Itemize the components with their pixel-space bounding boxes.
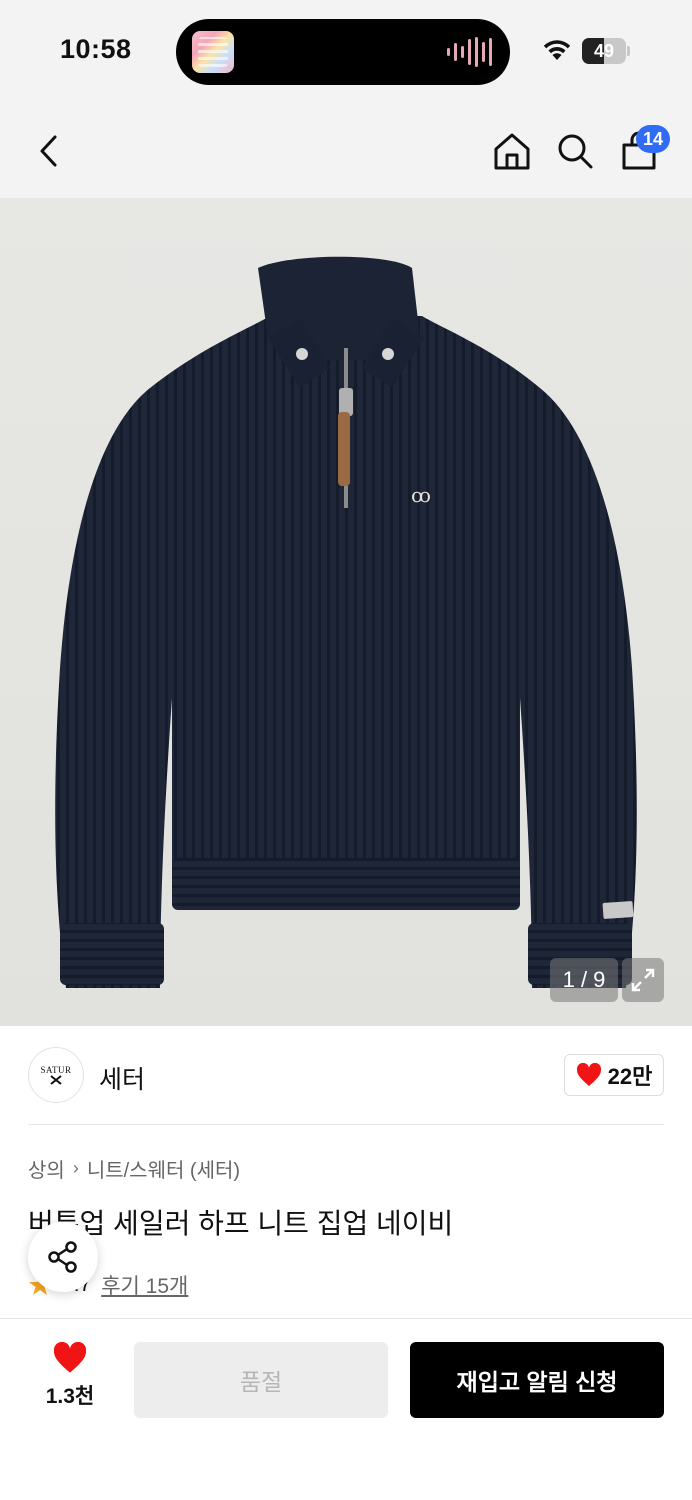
audio-waveform-icon: [447, 37, 492, 67]
reviews-link[interactable]: 후기 15개: [101, 1270, 188, 1300]
wishlist-count: 1.3천: [45, 1385, 95, 1408]
brand-like-button[interactable]: 22만: [564, 1054, 664, 1096]
wishlist-button[interactable]: 1.3천: [30, 1342, 110, 1418]
sold-out-button: 품절: [134, 1342, 388, 1418]
home-button[interactable]: [489, 128, 535, 174]
battery-level: 49: [593, 41, 615, 61]
product-title: 버튼업 세일러 하프 니트 집업 네이비: [28, 1208, 454, 1239]
product-image[interactable]: ꝏ: [0, 198, 692, 1026]
search-icon: [558, 134, 593, 169]
wifi-icon: [543, 40, 571, 60]
brand-logo[interactable]: SATUR: [28, 1047, 84, 1103]
status-time: 10:58: [60, 34, 132, 64]
now-playing-thumbnail: [192, 31, 234, 73]
heart-icon: [53, 1342, 87, 1373]
cart-count-badge: 14: [636, 125, 670, 153]
share-button[interactable]: [28, 1222, 98, 1292]
sweater-illustration: ꝏ: [55, 256, 637, 988]
restock-alert-button[interactable]: 재입고 알림 신청: [410, 1342, 664, 1418]
brand-name[interactable]: 세터: [99, 1060, 145, 1096]
breadcrumb-item-knit[interactable]: 니트/스웨터 (세터): [87, 1154, 240, 1183]
battery-cap: [627, 46, 630, 56]
heart-icon: [576, 1063, 601, 1086]
expand-icon: [631, 968, 655, 992]
dynamic-island[interactable]: [176, 19, 510, 85]
brand-like-count: 22만: [607, 1064, 653, 1089]
top-nav-bar: [0, 104, 692, 198]
home-icon: [494, 133, 530, 170]
back-button[interactable]: [26, 128, 72, 174]
breadcrumb-item-top[interactable]: 상의: [28, 1154, 65, 1183]
svg-text:ꝏ: ꝏ: [411, 483, 431, 507]
chevron-right-icon: ›: [72, 1158, 79, 1178]
breadcrumb: 상의 › 니트/스웨터 (세터): [28, 1154, 240, 1183]
divider: [28, 1124, 664, 1125]
search-button[interactable]: [552, 128, 598, 174]
status-bar: 10:58 49: [0, 0, 692, 104]
battery-indicator: 49: [582, 38, 626, 64]
share-icon: [48, 1241, 77, 1273]
image-counter: 1 / 9: [550, 958, 618, 1002]
brand-logo-text: SATUR: [40, 1065, 72, 1075]
chevron-left-icon: [40, 135, 57, 167]
expand-button[interactable]: [622, 958, 664, 1002]
brand-emblem-icon: [50, 1075, 62, 1085]
